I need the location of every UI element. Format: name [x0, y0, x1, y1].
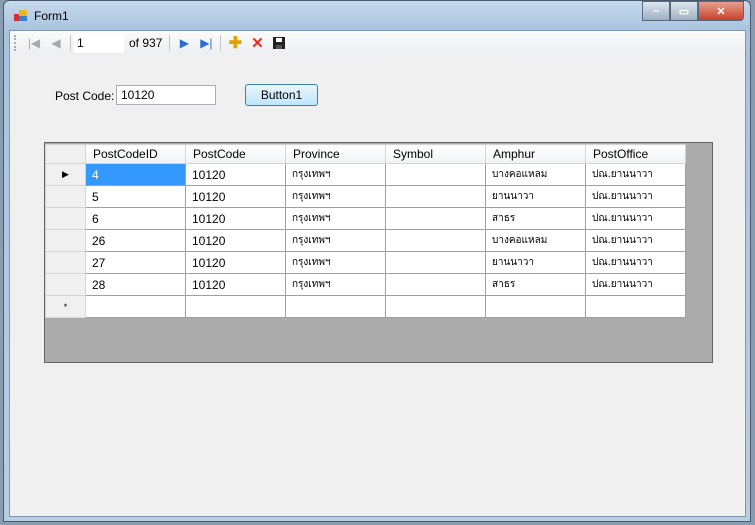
position-input[interactable]	[74, 33, 124, 53]
cell-postcodeid[interactable]: 27	[85, 251, 186, 274]
separator	[70, 35, 71, 51]
row-header[interactable]: ▶	[45, 163, 86, 186]
cell-postoffice[interactable]: ปณ.ยานนาวา	[585, 273, 686, 296]
table-row[interactable]: ▶ 4 10120 กรุงเทพฯ บางคอแหลม ปณ.ยานนาวา	[45, 163, 686, 186]
cell-postoffice[interactable]: ปณ.ยานนาวา	[585, 229, 686, 252]
column-header-postoffice[interactable]: PostOffice	[585, 144, 686, 164]
cell-symbol[interactable]	[385, 207, 486, 230]
app-icon	[14, 10, 28, 22]
cell-postcode[interactable]: 10120	[185, 251, 286, 274]
cell-postcodeid[interactable]: 4	[85, 163, 186, 186]
count-label: of 937	[129, 36, 163, 50]
row-header[interactable]	[45, 185, 86, 208]
row-header[interactable]	[45, 251, 86, 274]
cell-postcode[interactable]: 10120	[185, 207, 286, 230]
column-header-postcode[interactable]: PostCode	[185, 144, 286, 164]
cell-amphur[interactable]: ยานนาวา	[485, 251, 586, 274]
cell-province[interactable]: กรุงเทพฯ	[285, 163, 386, 186]
cell-province[interactable]: กรุงเทพฯ	[285, 207, 386, 230]
cell-amphur[interactable]: บางคอแหลม	[485, 163, 586, 186]
cell-postoffice[interactable]: ปณ.ยานนาวา	[585, 163, 686, 186]
row-header[interactable]	[45, 229, 86, 252]
toolbar-grip[interactable]	[14, 35, 17, 51]
close-button[interactable]: ✕	[698, 1, 744, 21]
move-first-icon[interactable]: |◀	[23, 33, 45, 53]
cell-postoffice[interactable]: ปณ.ยานนาวา	[585, 207, 686, 230]
delete-icon[interactable]: ✕	[246, 33, 268, 53]
move-last-icon[interactable]: ▶|	[195, 33, 217, 53]
cell-amphur[interactable]: ยานนาวา	[485, 185, 586, 208]
new-cell-postcode[interactable]	[185, 295, 286, 318]
cell-postcodeid[interactable]: 6	[85, 207, 186, 230]
cell-postcode[interactable]: 10120	[185, 163, 286, 186]
cell-postcode[interactable]: 10120	[185, 185, 286, 208]
title-bar: Form1	[14, 7, 69, 25]
data-grid[interactable]: PostCodeID PostCode Province Symbol Amph…	[44, 142, 713, 363]
separator	[220, 35, 222, 51]
new-cell-symbol[interactable]	[385, 295, 486, 318]
table-row[interactable]: 5 10120 กรุงเทพฯ ยานนาวา ปณ.ยานนาวา	[45, 185, 686, 208]
new-row-header[interactable]: *	[45, 295, 86, 318]
move-previous-icon[interactable]: ◀	[45, 33, 67, 53]
column-header-amphur[interactable]: Amphur	[485, 144, 586, 164]
cell-postcodeid[interactable]: 28	[85, 273, 186, 296]
column-header-province[interactable]: Province	[285, 144, 386, 164]
button1[interactable]: Button1	[245, 84, 318, 106]
postcode-label: Post Code:	[55, 89, 115, 103]
maximize-button[interactable]: ▭	[670, 1, 698, 21]
cell-postoffice[interactable]: ปณ.ยานนาวา	[585, 251, 686, 274]
table-row[interactable]: 27 10120 กรุงเทพฯ ยานนาวา ปณ.ยานนาวา	[45, 251, 686, 274]
move-next-icon[interactable]: ▶	[173, 33, 195, 53]
cell-province[interactable]: กรุงเทพฯ	[285, 251, 386, 274]
cell-postcode[interactable]: 10120	[185, 273, 286, 296]
table-row[interactable]: 26 10120 กรุงเทพฯ บางคอแหลม ปณ.ยานนาวา	[45, 229, 686, 252]
cell-province[interactable]: กรุงเทพฯ	[285, 273, 386, 296]
table-row[interactable]: 6 10120 กรุงเทพฯ สาธร ปณ.ยานนาวา	[45, 207, 686, 230]
form-window: Form1 – ▭ ✕ |◀ ◀ of 937 ▶ ▶| ✚ ✕ Post Co…	[3, 0, 751, 522]
cell-symbol[interactable]	[385, 163, 486, 186]
cell-amphur[interactable]: สาธร	[485, 273, 586, 296]
save-icon[interactable]	[268, 33, 290, 53]
cell-symbol[interactable]	[385, 185, 486, 208]
new-cell-amphur[interactable]	[485, 295, 586, 318]
row-header[interactable]	[45, 273, 86, 296]
minimize-button[interactable]: –	[642, 1, 670, 21]
cell-postcodeid[interactable]: 5	[85, 185, 186, 208]
cell-postcodeid[interactable]: 26	[85, 229, 186, 252]
postcode-input[interactable]	[116, 85, 216, 105]
binding-navigator: |◀ ◀ of 937 ▶ ▶| ✚ ✕	[10, 31, 745, 55]
window-title: Form1	[34, 9, 69, 23]
client-area: |◀ ◀ of 937 ▶ ▶| ✚ ✕ Post Code: Button1 …	[9, 30, 746, 517]
new-cell-province[interactable]	[285, 295, 386, 318]
add-new-icon[interactable]: ✚	[224, 33, 246, 53]
cell-amphur[interactable]: สาธร	[485, 207, 586, 230]
separator	[169, 35, 171, 51]
cell-province[interactable]: กรุงเทพฯ	[285, 185, 386, 208]
new-cell-postoffice[interactable]	[585, 295, 686, 318]
cell-province[interactable]: กรุงเทพฯ	[285, 229, 386, 252]
new-row[interactable]: *	[45, 295, 686, 318]
cell-amphur[interactable]: บางคอแหลม	[485, 229, 586, 252]
grid-corner[interactable]	[45, 144, 86, 164]
cell-symbol[interactable]	[385, 273, 486, 296]
cell-symbol[interactable]	[385, 251, 486, 274]
new-cell-postcodeid[interactable]	[85, 295, 186, 318]
cell-postoffice[interactable]: ปณ.ยานนาวา	[585, 185, 686, 208]
column-header-postcodeid[interactable]: PostCodeID	[85, 144, 186, 164]
cell-postcode[interactable]: 10120	[185, 229, 286, 252]
table-row[interactable]: 28 10120 กรุงเทพฯ สาธร ปณ.ยานนาวา	[45, 273, 686, 296]
row-header[interactable]	[45, 207, 86, 230]
column-header-symbol[interactable]: Symbol	[385, 144, 486, 164]
cell-symbol[interactable]	[385, 229, 486, 252]
